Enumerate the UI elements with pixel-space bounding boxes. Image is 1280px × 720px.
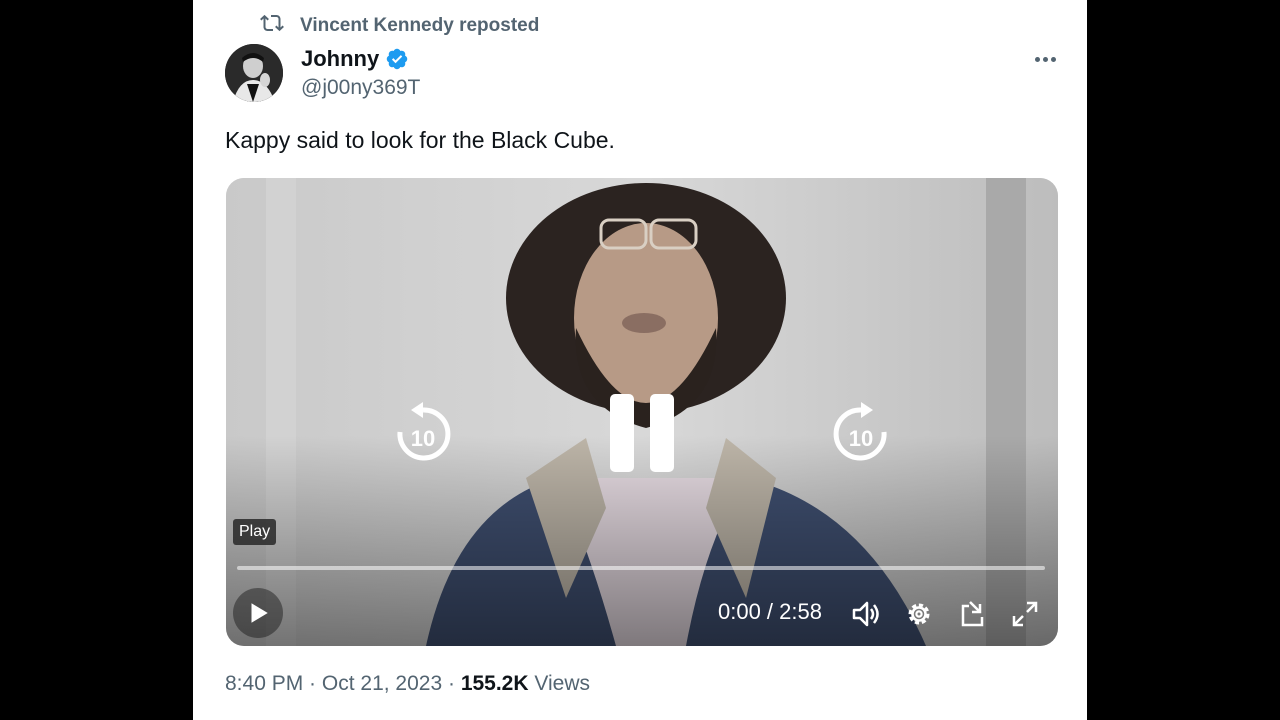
views-label: Views [528, 672, 591, 695]
repost-icon [260, 11, 284, 41]
play-button[interactable] [233, 588, 283, 638]
pause-button[interactable] [606, 392, 678, 474]
post-time[interactable]: 8:40 PM [225, 672, 303, 696]
forward-10-icon: 10 [833, 402, 887, 461]
views-count: 155.2K [460, 672, 529, 695]
repost-text[interactable]: Vincent Kennedy reposted [300, 15, 539, 37]
author-name[interactable]: Johnny [301, 46, 379, 72]
author-handle[interactable]: @j00ny369T [301, 76, 420, 100]
meta-separator: · [303, 672, 322, 695]
fullscreen-icon [1012, 601, 1038, 627]
video-time: 0:00 / 2:58 [718, 599, 822, 624]
forward-label: 10 [849, 426, 873, 451]
volume-icon [852, 601, 879, 627]
tweet-text: Kappy said to look for the Black Cube. [225, 127, 615, 153]
volume-button[interactable] [850, 598, 882, 630]
pop-out-button[interactable] [956, 598, 988, 630]
play-icon [251, 603, 268, 623]
rewind-label: 10 [411, 426, 435, 451]
post-date[interactable]: Oct 21, 2023 [322, 672, 442, 696]
forward-10-button[interactable]: 10 [832, 402, 890, 466]
meta-separator-2: · [442, 672, 461, 695]
settings-icon [908, 603, 930, 625]
pause-icon [610, 394, 674, 472]
tweet-meta: 8:40 PM · Oct 21, 2023 · 155.2K Views [225, 672, 590, 696]
play-tooltip: Play [233, 519, 277, 545]
avatar[interactable] [225, 44, 283, 102]
rewind-10-button[interactable]: 10 [394, 402, 452, 466]
repost-header: Vincent Kennedy reposted [260, 12, 539, 40]
settings-button[interactable] [903, 598, 935, 630]
rewind-10-icon: 10 [397, 402, 451, 461]
more-options-icon[interactable] [1028, 46, 1062, 72]
verified-badge-icon [385, 47, 409, 71]
pop-out-icon [961, 601, 984, 627]
author-name-row: Johnny [301, 44, 409, 74]
fullscreen-button[interactable] [1009, 598, 1041, 630]
progress-bar[interactable] [237, 566, 1045, 570]
